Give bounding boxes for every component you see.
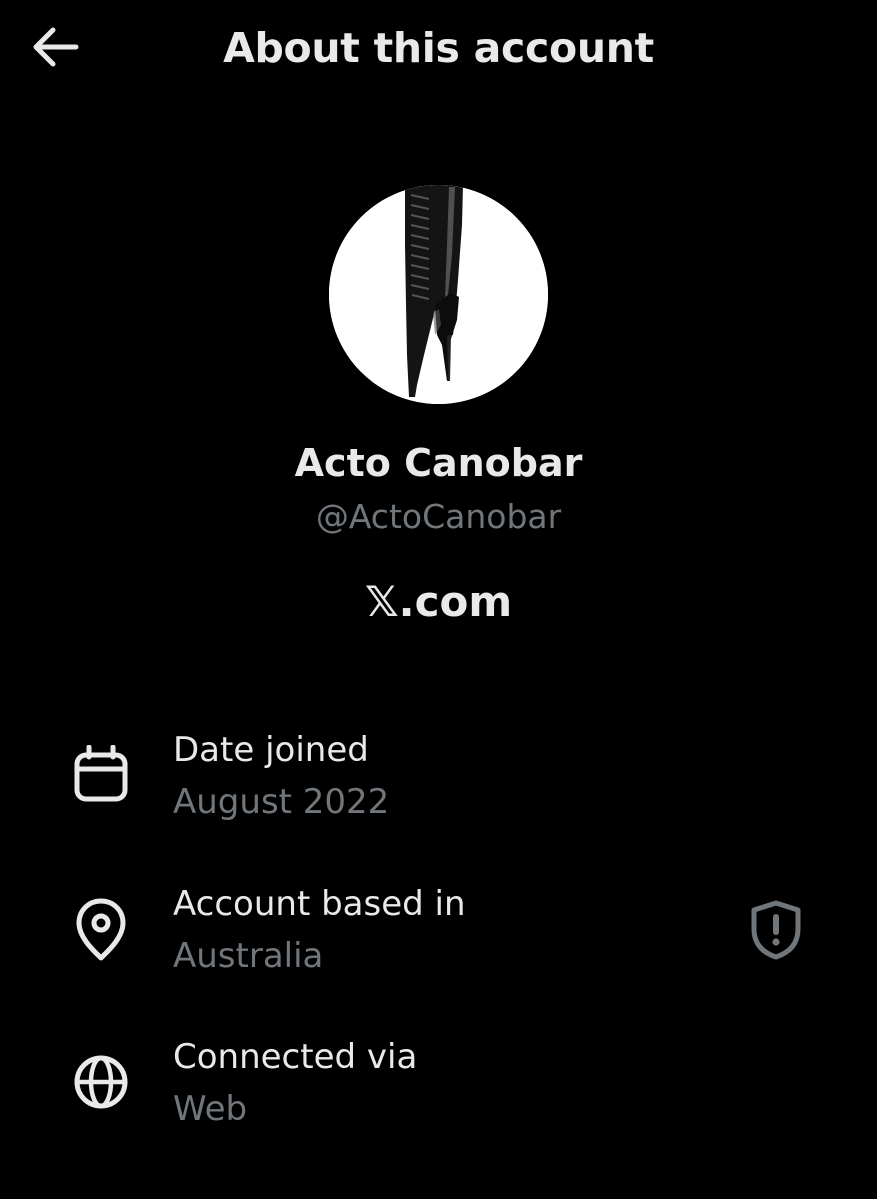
detail-row-date-joined: Date joined August 2022 [0,722,877,842]
display-name: Acto Canobar [294,441,583,485]
detail-value: August 2022 [173,782,390,822]
globe-icon [68,1049,134,1115]
detail-value: Australia [173,936,324,976]
platform-domain: .com [398,577,513,626]
boot-image [329,185,548,404]
page-title: About this account [223,24,654,72]
detail-row-connected-via: Connected via Web [0,1029,877,1149]
x-logo: 𝕏 [364,577,399,626]
top-bar: About this account [0,0,877,100]
detail-label: Date joined [173,730,369,770]
shield-alert-icon [751,900,801,960]
detail-row-account-based-in: Account based in Australia [0,876,877,996]
shield-alert-button[interactable] [742,896,810,964]
calendar-icon [68,742,134,808]
avatar[interactable] [329,185,548,404]
platform-label: 𝕏.com [0,574,877,630]
detail-label: Connected via [173,1037,418,1077]
detail-label: Account based in [173,884,466,924]
detail-value: Web [173,1089,248,1129]
location-pin-icon [68,896,134,962]
user-handle: @ActoCanobar [315,497,562,536]
